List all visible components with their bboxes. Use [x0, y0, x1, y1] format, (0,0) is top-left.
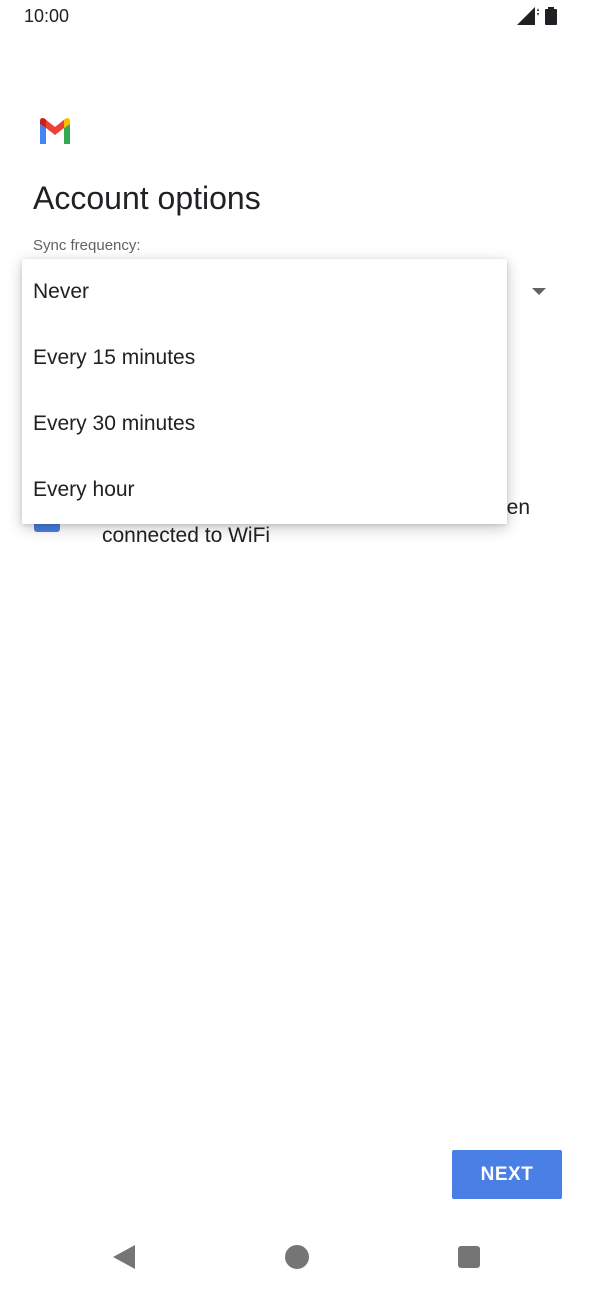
gmail-logo	[38, 117, 72, 144]
sync-frequency-menu: Never Every 15 minutes Every 30 minutes …	[22, 259, 507, 524]
sync-frequency-label: Sync frequency:	[33, 237, 141, 254]
recents-icon[interactable]	[458, 1246, 480, 1268]
signal-icon	[517, 7, 539, 30]
menu-item-every-hour[interactable]: Every hour	[22, 457, 507, 523]
page-title: Account options	[33, 180, 261, 216]
status-icons	[517, 7, 557, 30]
next-button[interactable]: NEXT	[452, 1150, 562, 1199]
battery-icon	[545, 7, 557, 30]
menu-item-every-15-minutes[interactable]: Every 15 minutes	[22, 325, 507, 391]
home-icon[interactable]	[285, 1245, 309, 1269]
status-time: 10:00	[24, 6, 70, 26]
back-icon[interactable]	[113, 1245, 135, 1269]
navigation-bar	[0, 1225, 595, 1290]
wifi-only-option-line2: connected to WiFi	[102, 524, 271, 547]
menu-item-never[interactable]: Never	[22, 259, 507, 325]
dropdown-arrow-icon[interactable]	[532, 288, 546, 295]
menu-item-every-30-minutes[interactable]: Every 30 minutes	[22, 391, 507, 457]
status-bar: 10:00	[0, 0, 595, 36]
